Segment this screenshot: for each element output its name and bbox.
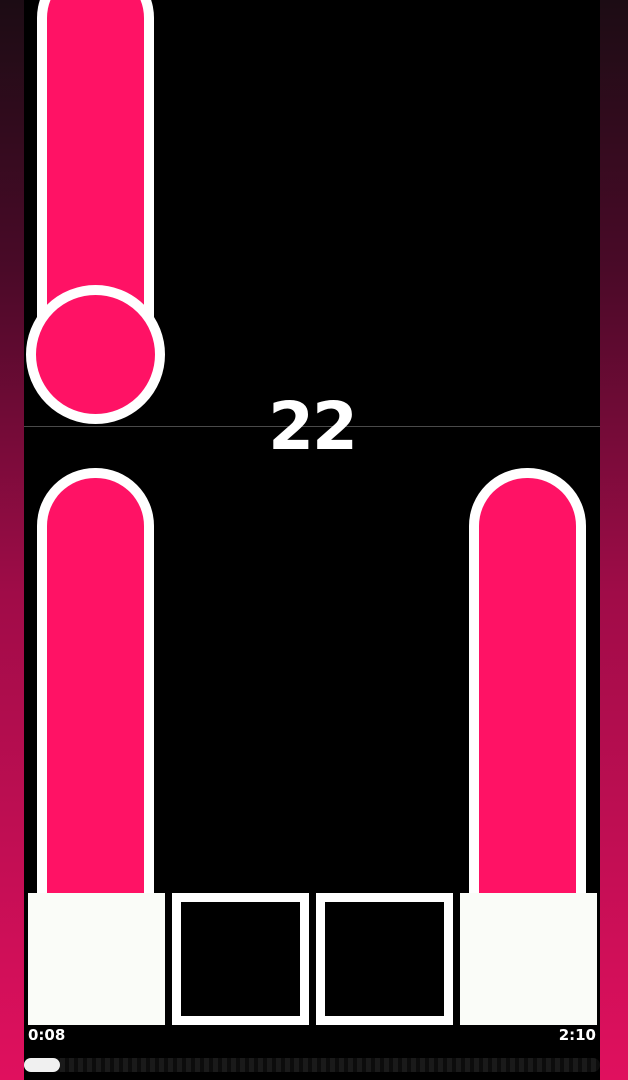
elapsed-time: 0:08 [28, 1026, 66, 1044]
total-time: 2:10 [558, 1026, 596, 1044]
song-progress-fill [24, 1058, 60, 1072]
hold-note-lane-4 [469, 468, 586, 896]
tap-key-lane-1[interactable] [28, 893, 165, 1025]
tap-key-lane-4[interactable] [460, 893, 597, 1025]
song-progress-bar[interactable] [24, 1058, 600, 1072]
score-counter: 22 [268, 388, 358, 465]
tap-key-lane-3[interactable] [316, 893, 453, 1025]
game-playfield[interactable]: 22 0:08 2:10 [24, 0, 600, 1080]
hold-note-lane-1 [37, 468, 154, 896]
tap-key-lane-2[interactable] [172, 893, 309, 1025]
